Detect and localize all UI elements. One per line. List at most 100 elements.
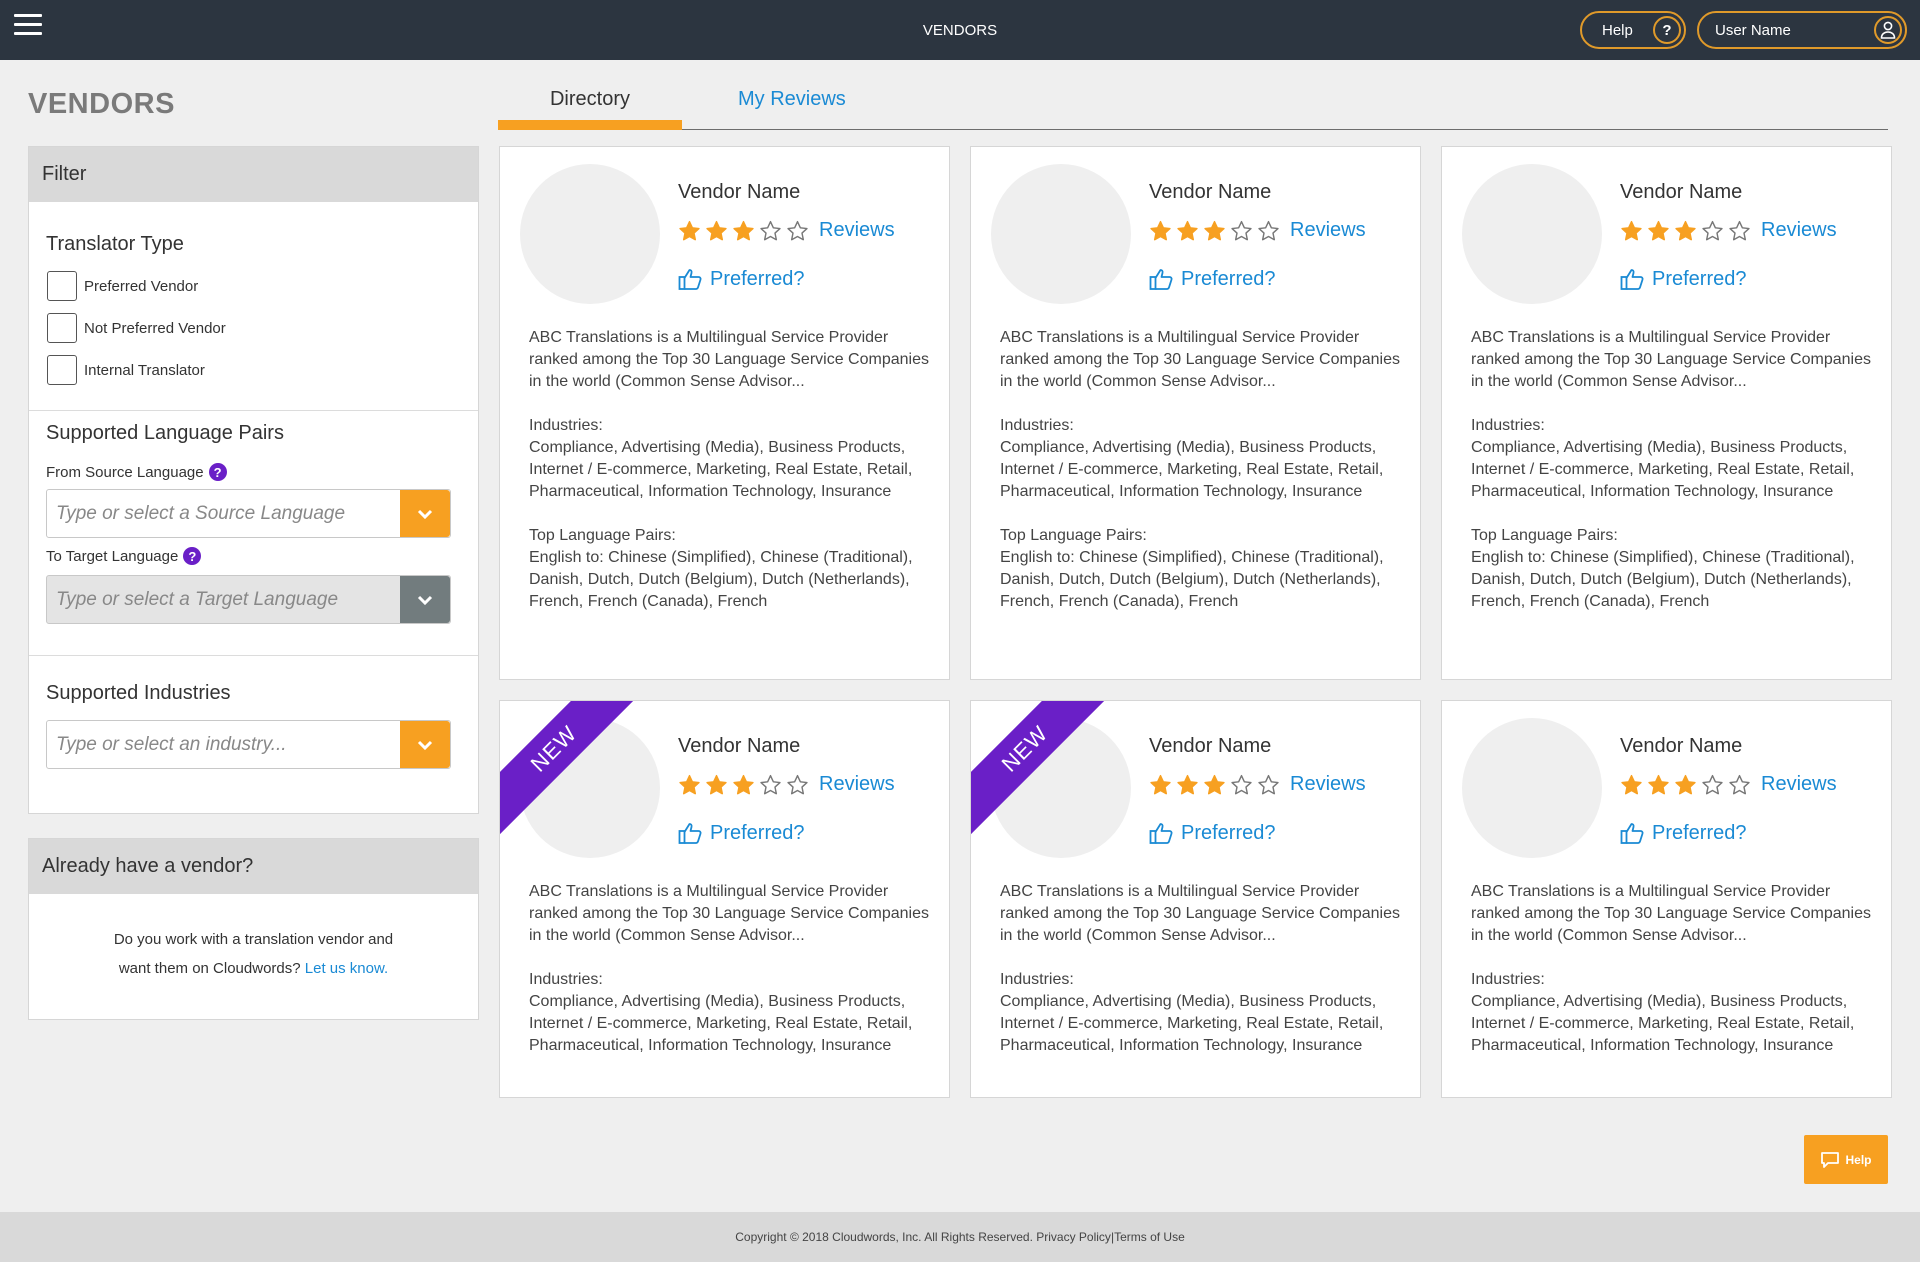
vendor-card: NEW Vendor Name Reviews Preferred? ABC Trans…: [970, 700, 1421, 1098]
section-divider: [29, 410, 478, 411]
star-empty-icon: [1231, 220, 1252, 240]
vendor-name[interactable]: Vendor Name: [1149, 735, 1271, 758]
preferred-toggle[interactable]: Preferred?: [1620, 267, 1747, 291]
pairs-list: English to: Chinese (Simplified), Chines…: [1000, 549, 1384, 610]
star-filled-icon: [1648, 774, 1669, 794]
preferred-toggle[interactable]: Preferred?: [1620, 821, 1747, 845]
preferred-toggle[interactable]: Preferred?: [1149, 267, 1276, 291]
preferred-label: Preferred?: [1181, 821, 1276, 844]
vendor-avatar: [1462, 718, 1602, 858]
industry-input[interactable]: [47, 721, 400, 768]
preferred-label: Preferred?: [1181, 267, 1276, 290]
checkbox-label: Not Preferred Vendor: [84, 319, 226, 337]
pairs-list: English to: Chinese (Simplified), Chines…: [1471, 549, 1855, 610]
already-vendor-message: Do you work with a translation vendor an…: [29, 925, 478, 983]
star-filled-icon: [1150, 774, 1171, 794]
star-filled-icon: [1648, 220, 1669, 240]
question-icon: ?: [1653, 16, 1681, 44]
chevron-down-icon: [417, 740, 433, 750]
checkbox-box[interactable]: [47, 355, 77, 385]
source-language-dropdown-button[interactable]: [400, 490, 450, 537]
user-avatar-icon: [1874, 16, 1902, 44]
star-filled-icon: [1675, 774, 1696, 794]
internal-translator-checkbox[interactable]: Internal Translator: [47, 355, 205, 385]
vendor-description: ABC Translations is a Multilingual Servi…: [529, 881, 929, 1079]
industries-heading: Supported Industries: [46, 682, 231, 704]
help-button[interactable]: Help ?: [1580, 11, 1686, 49]
filter-header: Filter: [29, 147, 478, 202]
target-language-dropdown-button[interactable]: [400, 576, 450, 623]
vendor-name[interactable]: Vendor Name: [678, 181, 800, 204]
reviews-link[interactable]: Reviews: [1290, 773, 1366, 796]
vendor-summary: ABC Translations is a Multilingual Servi…: [1471, 883, 1871, 944]
thumbs-up-icon: [1620, 823, 1644, 844]
vendor-card: Vendor Name Reviews Preferred? ABC Translat…: [970, 146, 1421, 680]
vendor-name[interactable]: Vendor Name: [1149, 181, 1271, 204]
vendor-name[interactable]: Vendor Name: [1620, 735, 1742, 758]
industries-label: Industries:: [1000, 417, 1074, 434]
preferred-toggle[interactable]: Preferred?: [1149, 821, 1276, 845]
not-preferred-vendor-checkbox[interactable]: Not Preferred Vendor: [47, 313, 226, 343]
vendor-name[interactable]: Vendor Name: [678, 735, 800, 758]
source-language-combobox[interactable]: [46, 489, 451, 538]
reviews-link[interactable]: Reviews: [819, 219, 895, 242]
vendor-avatar: [991, 164, 1131, 304]
checkbox-box[interactable]: [47, 271, 77, 301]
industry-dropdown-button[interactable]: [400, 721, 450, 768]
reviews-link[interactable]: Reviews: [1761, 219, 1837, 242]
reviews-link[interactable]: Reviews: [1761, 773, 1837, 796]
tab-my-reviews[interactable]: My Reviews: [738, 88, 846, 111]
vendor-name[interactable]: Vendor Name: [1620, 181, 1742, 204]
copyright-text: Copyright © 2018 Cloudwords, Inc. All Ri…: [735, 1230, 1033, 1244]
star-filled-icon: [706, 774, 727, 794]
industries-list: Compliance, Advertising (Media), Busines…: [1000, 993, 1384, 1054]
source-language-input[interactable]: [47, 490, 400, 537]
star-filled-icon: [733, 774, 754, 794]
terms-of-use-link[interactable]: Terms of Use: [1114, 1230, 1185, 1244]
vendor-description: ABC Translations is a Multilingual Servi…: [1471, 881, 1871, 1079]
vendor-summary: ABC Translations is a Multilingual Servi…: [1000, 883, 1400, 944]
preferred-toggle[interactable]: Preferred?: [678, 267, 805, 291]
user-menu-button[interactable]: User Name: [1697, 11, 1907, 49]
vendor-description: ABC Translations is a Multilingual Servi…: [1000, 327, 1400, 635]
help-label: Help: [1602, 21, 1633, 39]
star-empty-icon: [1702, 774, 1723, 794]
vendor-card: Vendor Name Reviews Preferred? ABC Translat…: [499, 146, 950, 680]
preferred-label: Preferred?: [710, 267, 805, 290]
star-empty-icon: [1258, 220, 1279, 240]
star-filled-icon: [1150, 220, 1171, 240]
target-language-combobox[interactable]: [46, 575, 451, 624]
industry-combobox[interactable]: [46, 720, 451, 769]
question-icon[interactable]: ?: [183, 547, 202, 565]
let-us-know-link[interactable]: Let us know.: [305, 960, 388, 977]
message-line-2-text: want them on Cloudwords?: [118, 960, 301, 977]
target-language-input[interactable]: [47, 576, 400, 623]
preferred-vendor-checkbox[interactable]: Preferred Vendor: [47, 271, 198, 301]
vendor-industries: Industries: Compliance, Advertising (Medi…: [1471, 969, 1871, 1057]
star-empty-icon: [1729, 774, 1750, 794]
privacy-policy-link[interactable]: Privacy Policy: [1036, 1230, 1111, 1244]
footer: Copyright © 2018 Cloudwords, Inc. All Ri…: [0, 1212, 1920, 1262]
thumbs-up-icon: [1149, 269, 1173, 290]
industries-label: Industries:: [1471, 417, 1545, 434]
industries-list: Compliance, Advertising (Media), Busines…: [529, 439, 913, 500]
reviews-link[interactable]: Reviews: [819, 773, 895, 796]
vendor-description: ABC Translations is a Multilingual Servi…: [529, 327, 929, 635]
star-rating: Reviews: [1149, 219, 1366, 242]
tab-directory[interactable]: Directory: [498, 88, 682, 130]
vendor-card: Vendor Name Reviews Preferred? ABC Translat…: [1441, 146, 1892, 680]
user-name: User Name: [1715, 21, 1791, 39]
star-empty-icon: [760, 220, 781, 240]
checkbox-box[interactable]: [47, 313, 77, 343]
star-filled-icon: [733, 220, 754, 240]
industries-label: Industries:: [529, 971, 603, 988]
star-empty-icon: [1231, 774, 1252, 794]
preferred-toggle[interactable]: Preferred?: [678, 821, 805, 845]
thumbs-up-icon: [678, 269, 702, 290]
industries-label: Industries:: [1000, 971, 1074, 988]
tab-bar: Directory My Reviews: [498, 82, 1888, 130]
reviews-link[interactable]: Reviews: [1290, 219, 1366, 242]
question-icon[interactable]: ?: [208, 463, 227, 481]
help-chat-button[interactable]: Help: [1804, 1135, 1888, 1184]
vendor-language-pairs: Top Language Pairs: English to: Chinese (…: [529, 525, 929, 613]
